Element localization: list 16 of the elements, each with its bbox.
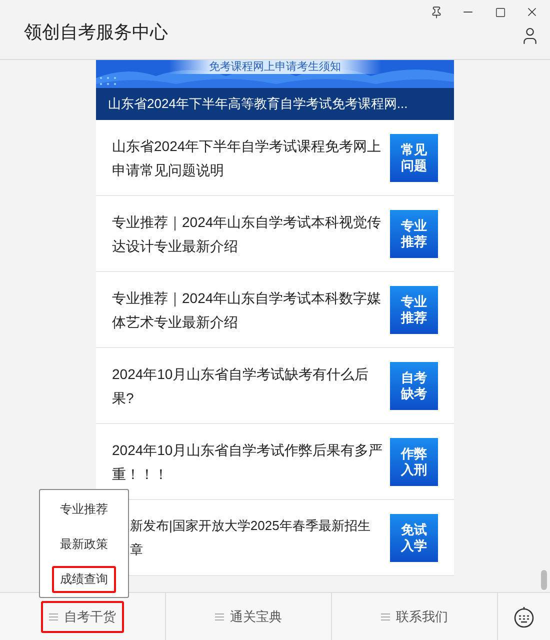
article-thumbnail: 专业推荐	[390, 210, 438, 258]
article-thumbnail: 专业推荐	[390, 286, 438, 334]
article-title: 专业推荐｜2024年山东自学考试本科数字媒体艺术专业最新介绍	[112, 288, 382, 332]
article-title: 2024年10月山东省自学考试作弊后果有多严重！！！	[112, 440, 384, 484]
article-title: 专业推荐｜2024年山东自学考试本科视觉传达设计专业最新介绍	[112, 212, 382, 256]
article-title: 新发布|国家开放大学2025年春季最新招生	[130, 516, 370, 535]
window-title: 领创自考服务中心	[23, 21, 168, 44]
article-thumbnail: 常见问题	[390, 134, 438, 182]
article-thumbnail: 免试入学	[390, 514, 438, 562]
article-title: 章	[130, 540, 143, 558]
article-thumbnail: 作弊入刑	[390, 438, 438, 486]
article-thumbnail: 自考缺考	[390, 362, 438, 410]
banner-title: 山东省2024年下半年高等教育自学考试免考课程网...	[96, 88, 454, 120]
banner-subtitle: 免考课程网上申请考生须知	[169, 60, 381, 74]
article-title: 2024年10月山东省自学考试缺考有什么后果?	[112, 364, 370, 408]
article-title: 山东省2024年下半年自学考试课程免考网上申请常见问题说明	[112, 136, 382, 180]
